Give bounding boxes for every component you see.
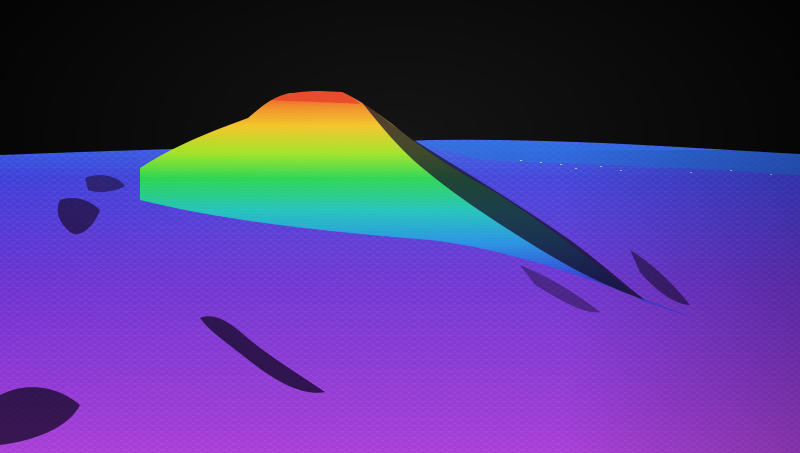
bathymetry-scene <box>0 0 800 453</box>
seamount-terrain <box>0 0 800 453</box>
